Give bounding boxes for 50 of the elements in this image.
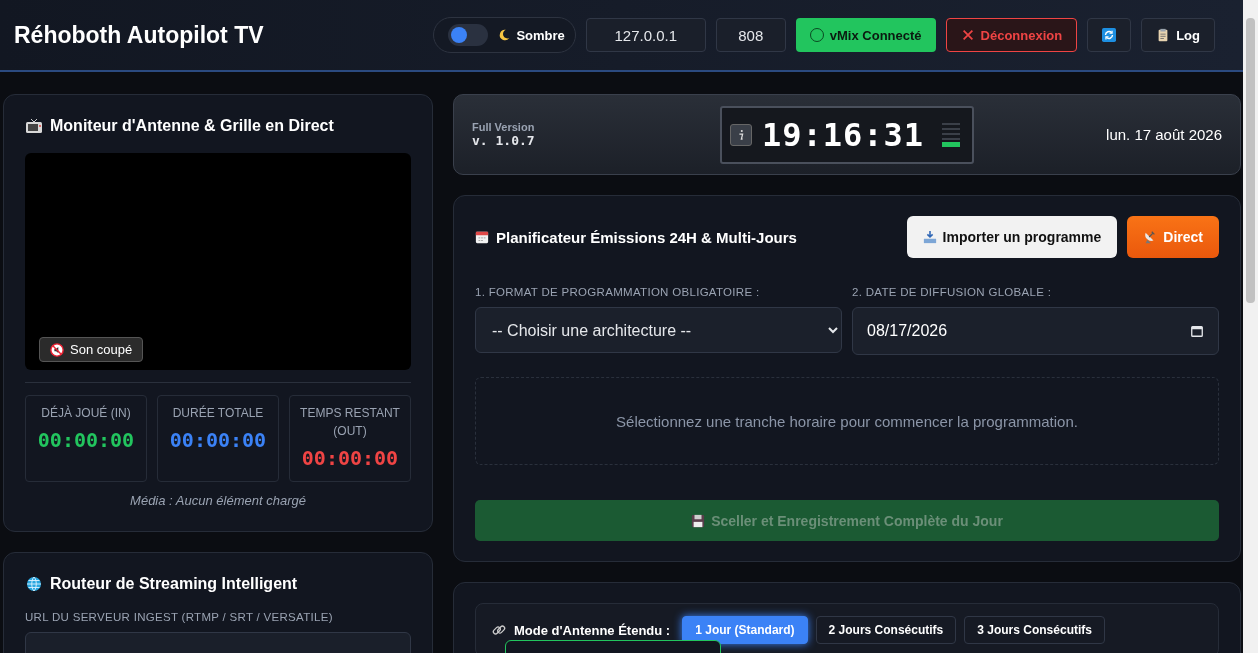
timer-value: 00:00:00 [301,446,399,470]
tv-icon [25,118,43,134]
log-button[interactable]: Log [1141,18,1215,52]
mode-tab[interactable]: 2 Jours Consécutifs [815,616,957,644]
close-icon [960,28,975,42]
version-label: v. 1.0.7 [472,133,536,148]
field-label: URL DU SERVEUR INGEST (RTMP / SRT / VERSATILE) [25,611,334,623]
mode-tab[interactable]: 3 Jours Consécutifs [964,616,1105,644]
card-title: Routeur de Streaming Intelligent [50,575,298,593]
timer-label: DÉJÀ JOUÉ (IN) [41,404,131,422]
port-field[interactable]: 808 [715,18,786,52]
scrollbar-thumb[interactable] [1246,18,1255,303]
scrollbar[interactable] [1243,0,1258,653]
connection-status-button[interactable]: vMix Connecté [795,18,936,52]
edition-label: Full Version [472,121,536,133]
timer-label: TEMPS RESTANT (OUT) [299,405,401,440]
refresh-button[interactable] [1087,18,1132,52]
host-field[interactable]: 127.0.0.1 [585,18,706,52]
timer-value: 00:00:00 [169,428,267,452]
timer-value: 00:00:00 [37,428,135,452]
globe-icon [25,576,43,592]
mode-label: Mode d'Antenne Étendu : [514,622,671,638]
empty-message: Sélectionnez une tranche horaire pour commencer la programmation. [616,412,1078,430]
info-button[interactable] [729,123,752,146]
media-status: Média : Aucun élément chargé [129,493,307,508]
refresh-icon [1102,28,1117,42]
app-title: Réhoboth Autopilot TV [14,21,264,49]
format-select[interactable]: -- Choisir une architecture -- [475,307,842,353]
date-field[interactable]: 08/17/2026 [852,307,1219,355]
card-title: Moniteur d'Antenne & Grille en Direct [50,117,334,135]
timer-label: DURÉE TOTALE [172,404,264,422]
theme-label: Sombre [516,27,565,43]
info-icon [736,128,745,141]
calendar-icon [1190,324,1204,338]
moon-icon [497,28,512,42]
link-icon [492,623,506,637]
field-label: 1. FORMAT DE PROGRAMMATION OBLIGATOIRE : [475,286,761,298]
import-button[interactable]: Importer un programme [906,216,1118,258]
date-label: lun. 17 août 2026 [1105,126,1222,143]
mute-icon [50,342,64,357]
card-title: Planificateur Émissions 24H & Multi-Jours [496,228,797,246]
mode-tab[interactable]: 1 Jour (Standard) [682,616,808,644]
theme-toggle[interactable]: Sombre [433,17,576,53]
mute-label: Son coupé [70,342,133,357]
clock-time: 19:16:31 [761,115,925,154]
calendar-icon [475,230,489,244]
disconnect-button[interactable]: Déconnexion [945,18,1078,52]
download-tray-icon [922,230,937,244]
field-label: 2. DATE DE DIFFUSION GLOBALE : [852,286,1053,298]
toggle-switch[interactable] [448,24,489,46]
